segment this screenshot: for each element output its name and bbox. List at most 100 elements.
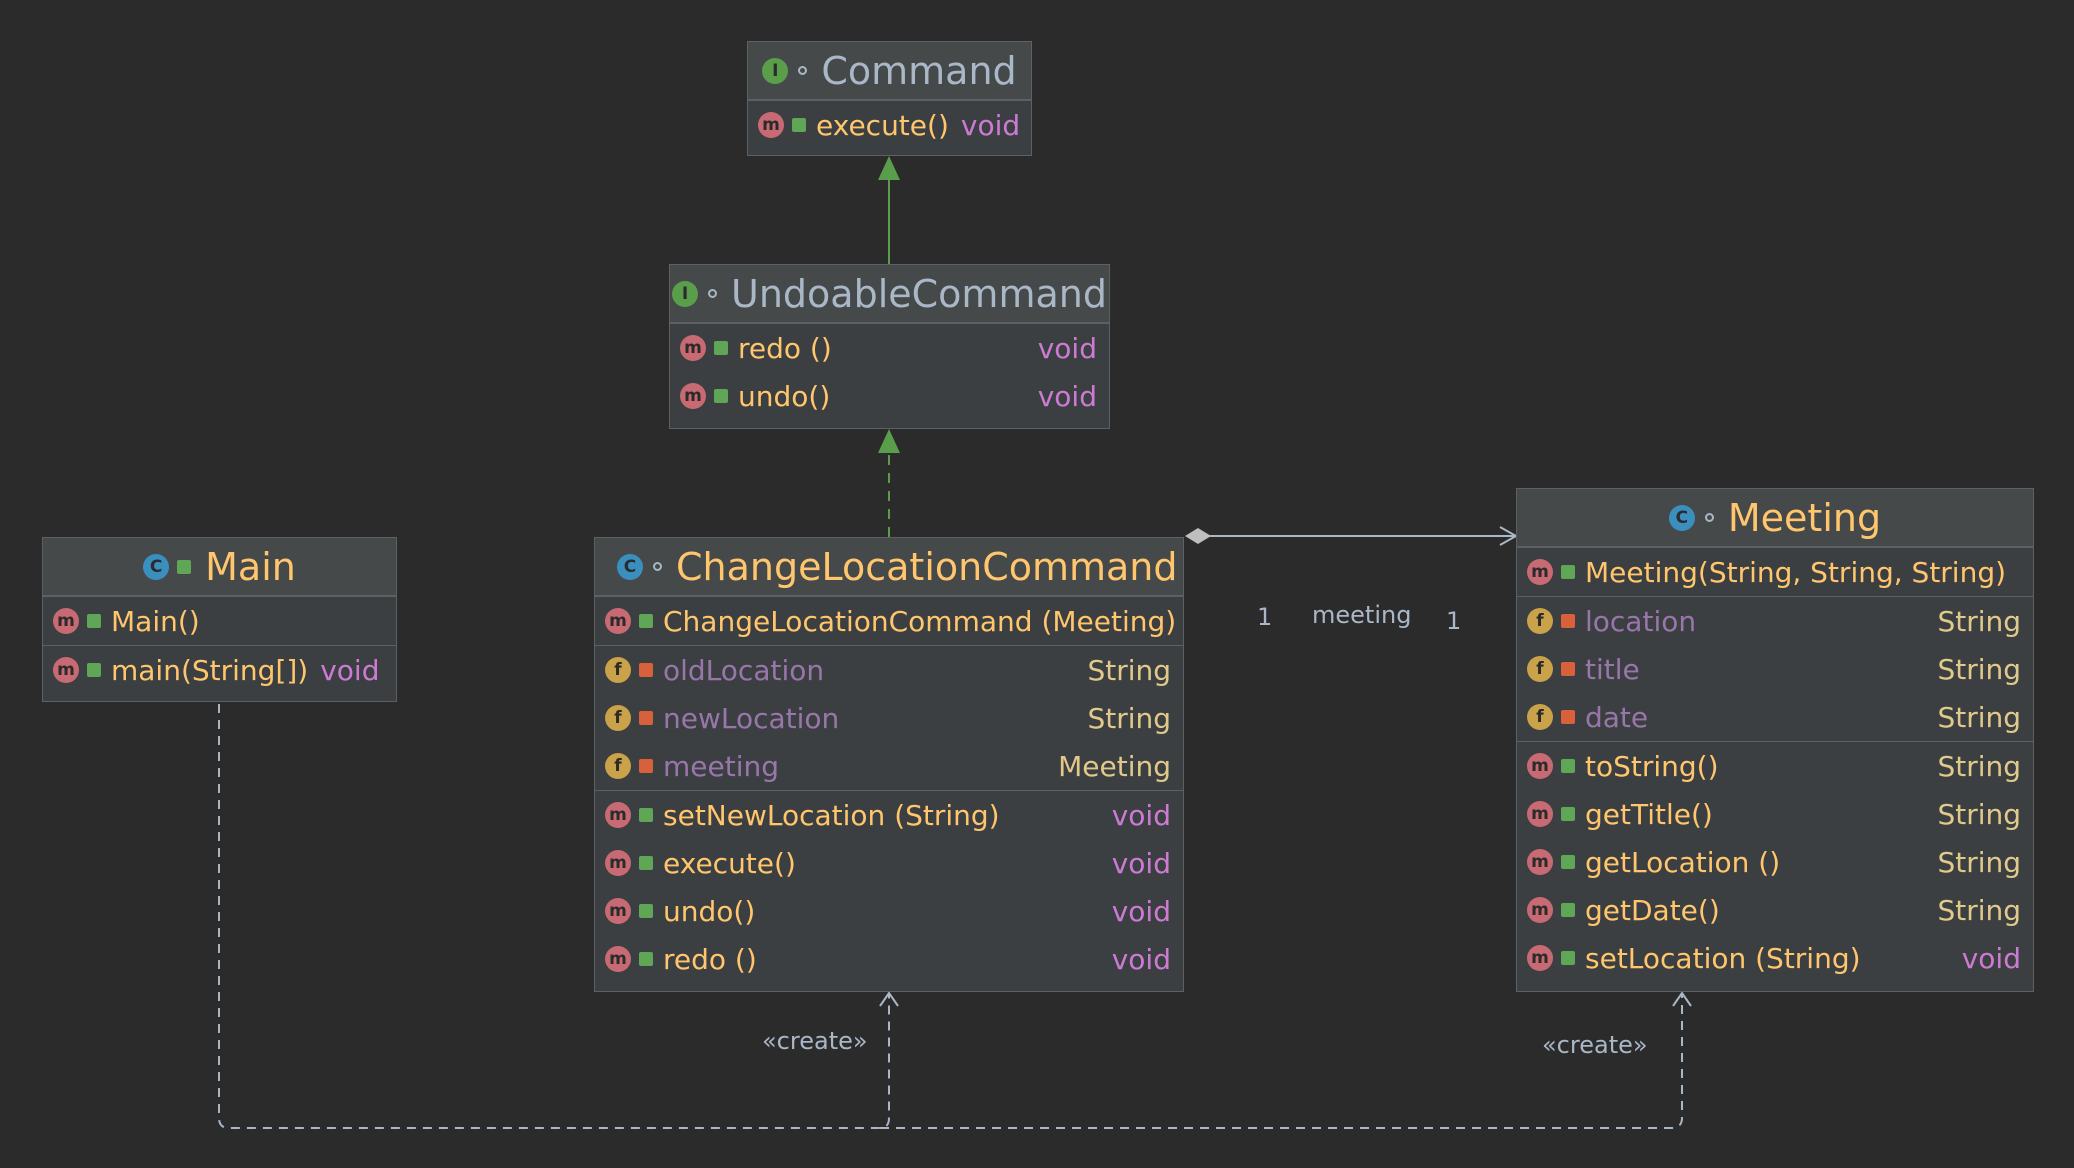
change-location-command-fields: f oldLocation String f newLocation Strin… bbox=[595, 645, 1183, 790]
method-name: undo() bbox=[663, 894, 756, 928]
method-icon: m bbox=[680, 335, 706, 361]
public-lock-icon bbox=[714, 389, 728, 403]
field-type: Meeting bbox=[1058, 749, 1171, 783]
main-class-node[interactable]: C Main m Main() m main(String[]) void bbox=[42, 537, 397, 702]
main-title: Main bbox=[205, 544, 296, 589]
field-row[interactable]: f oldLocation String bbox=[595, 646, 1183, 694]
method-row[interactable]: m setLocation (String) void bbox=[1517, 934, 2033, 982]
method-row[interactable]: m getDate() String bbox=[1517, 886, 2033, 934]
command-header: I Command bbox=[748, 42, 1031, 100]
field-name: oldLocation bbox=[663, 653, 825, 687]
method-icon: m bbox=[53, 608, 79, 634]
private-lock-icon bbox=[1561, 662, 1575, 676]
method-row[interactable]: m execute() void bbox=[748, 101, 1031, 149]
field-row[interactable]: f newLocation String bbox=[595, 694, 1183, 742]
implements-arrowhead bbox=[878, 429, 900, 453]
meeting-constructors: m Meeting(String, String, String) bbox=[1517, 547, 2033, 596]
public-lock-icon bbox=[1561, 759, 1575, 773]
method-icon: m bbox=[605, 608, 631, 634]
public-lock-icon bbox=[1561, 855, 1575, 869]
command-interface-node[interactable]: I Command m execute() void bbox=[747, 41, 1032, 156]
public-lock-icon bbox=[792, 118, 806, 132]
method-name: getDate() bbox=[1585, 893, 1720, 927]
public-lock-icon bbox=[177, 559, 192, 574]
method-name: main(String[]) bbox=[111, 653, 309, 687]
field-icon: f bbox=[1527, 656, 1553, 682]
method-type: void bbox=[320, 653, 380, 687]
constructor-row[interactable]: m Main() bbox=[43, 597, 396, 645]
change-location-command-class-node[interactable]: C ChangeLocationCommand m ChangeLocation… bbox=[594, 537, 1184, 992]
field-row[interactable]: f meeting Meeting bbox=[595, 742, 1183, 790]
method-row[interactable]: m redo () void bbox=[670, 324, 1109, 372]
method-row[interactable]: m getTitle() String bbox=[1517, 790, 2033, 838]
constructor-row[interactable]: m Meeting(String, String, String) bbox=[1517, 548, 2033, 596]
field-icon: f bbox=[605, 705, 631, 731]
method-icon: m bbox=[1527, 559, 1553, 585]
method-row[interactable]: m undo() void bbox=[670, 372, 1109, 420]
method-name: undo() bbox=[738, 379, 831, 413]
method-icon: m bbox=[1527, 849, 1553, 875]
field-row[interactable]: f title String bbox=[1517, 645, 2033, 693]
interface-icon: I bbox=[672, 280, 699, 307]
private-lock-icon bbox=[639, 711, 653, 725]
private-lock-icon bbox=[1561, 710, 1575, 724]
public-lock-icon bbox=[639, 856, 653, 870]
undoable-command-header: I UndoableCommand bbox=[670, 265, 1109, 323]
composition-diamond bbox=[1185, 528, 1211, 544]
method-icon: m bbox=[758, 112, 784, 138]
extends-arrowhead bbox=[878, 156, 900, 180]
method-type: void bbox=[1111, 894, 1171, 928]
method-name: toString() bbox=[1585, 749, 1719, 783]
public-lock-icon bbox=[639, 952, 653, 966]
method-name: Meeting(String, String, String) bbox=[1585, 555, 2007, 589]
package-visibility-icon bbox=[653, 562, 662, 571]
public-lock-icon bbox=[639, 614, 653, 628]
method-row[interactable]: m main(String[]) void bbox=[43, 646, 396, 694]
interface-icon: I bbox=[762, 57, 789, 84]
method-row[interactable]: m setNewLocation (String) void bbox=[595, 791, 1183, 839]
main-header: C Main bbox=[43, 538, 396, 596]
runnable-class-icon: C bbox=[143, 553, 170, 580]
method-row[interactable]: m toString() String bbox=[1517, 742, 2033, 790]
field-icon: f bbox=[1527, 704, 1553, 730]
class-icon: C bbox=[1668, 504, 1695, 531]
field-name: date bbox=[1585, 700, 1649, 734]
multiplicity-right: 1 bbox=[1446, 607, 1462, 635]
constructor-row[interactable]: m ChangeLocationCommand (Meeting) bbox=[595, 597, 1183, 645]
field-row[interactable]: f date String bbox=[1517, 693, 2033, 741]
method-type: String bbox=[1937, 893, 2021, 927]
method-name: getLocation () bbox=[1585, 845, 1781, 879]
public-lock-icon bbox=[1561, 903, 1575, 917]
public-lock-icon bbox=[639, 808, 653, 822]
create-label-1: «create» bbox=[762, 1027, 868, 1055]
method-type: void bbox=[1037, 331, 1097, 365]
command-methods: m execute() void bbox=[748, 100, 1031, 149]
field-type: String bbox=[1937, 652, 2021, 686]
create-dependency-edge-2 bbox=[880, 994, 1683, 1129]
method-icon: m bbox=[605, 898, 631, 924]
method-type: String bbox=[1937, 749, 2021, 783]
field-type: String bbox=[1087, 653, 1171, 687]
method-type: void bbox=[1111, 846, 1171, 880]
method-type: void bbox=[1111, 798, 1171, 832]
package-visibility-icon bbox=[1704, 513, 1714, 522]
method-icon: m bbox=[1527, 945, 1553, 971]
public-lock-icon bbox=[1561, 565, 1575, 579]
change-location-command-methods: m setNewLocation (String) void m execute… bbox=[595, 790, 1183, 983]
change-location-command-constructors: m ChangeLocationCommand (Meeting) bbox=[595, 596, 1183, 645]
public-lock-icon bbox=[87, 614, 101, 628]
method-type: void bbox=[1111, 942, 1171, 976]
method-row[interactable]: m undo() void bbox=[595, 887, 1183, 935]
association-role-label: meeting bbox=[1312, 601, 1412, 629]
undoable-command-interface-node[interactable]: I UndoableCommand m redo () void m undo(… bbox=[669, 264, 1110, 429]
field-row[interactable]: f location String bbox=[1517, 597, 2033, 645]
meeting-class-node[interactable]: C Meeting m Meeting(String, String, Stri… bbox=[1516, 488, 2034, 992]
method-row[interactable]: m execute() void bbox=[595, 839, 1183, 887]
method-row[interactable]: m getLocation () String bbox=[1517, 838, 2033, 886]
method-type: void bbox=[960, 108, 1021, 142]
field-type: String bbox=[1937, 700, 2021, 734]
meeting-methods: m toString() String m getTitle() String … bbox=[1517, 741, 2033, 982]
public-lock-icon bbox=[714, 341, 728, 355]
method-row[interactable]: m redo () void bbox=[595, 935, 1183, 983]
public-lock-icon bbox=[639, 904, 653, 918]
